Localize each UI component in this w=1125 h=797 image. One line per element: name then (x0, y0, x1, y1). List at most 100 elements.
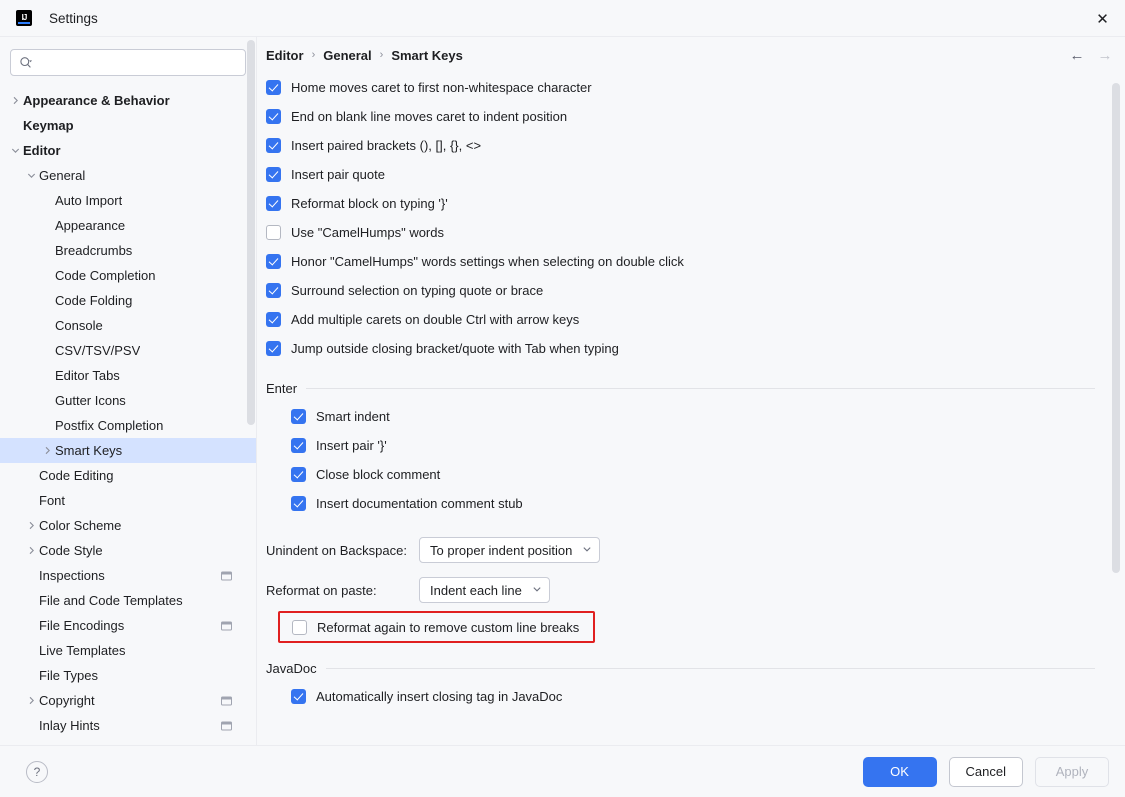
sidebar-scrollbar[interactable] (247, 40, 255, 425)
sidebar-item-label: Editor (23, 143, 61, 158)
sidebar-item-label: Code Folding (55, 293, 133, 308)
sidebar-item-csv-tsv-psv[interactable]: CSV/TSV/PSV (0, 338, 256, 363)
sidebar-item-copyright[interactable]: Copyright (0, 688, 256, 713)
checkbox[interactable] (266, 341, 281, 356)
reformat-again-checkbox[interactable] (292, 619, 307, 635)
back-arrow-icon[interactable]: ← (1069, 47, 1085, 64)
option-row[interactable]: Honor "CamelHumps" words settings when s… (266, 247, 1105, 276)
sidebar-item-postfix-completion[interactable]: Postfix Completion (0, 413, 256, 438)
search-input[interactable] (38, 55, 237, 70)
checkbox[interactable] (291, 438, 306, 453)
project-scope-icon (221, 696, 232, 705)
ok-button[interactable]: OK (862, 756, 937, 787)
sidebar-item-breadcrumbs[interactable]: Breadcrumbs (0, 238, 256, 263)
checkbox[interactable] (266, 109, 281, 124)
forward-arrow-icon[interactable]: → (1097, 47, 1113, 64)
option-row[interactable]: Close block comment (266, 460, 1105, 489)
sidebar-item-file-types[interactable]: File Types (0, 663, 256, 688)
sidebar-item-general[interactable]: General (0, 163, 256, 188)
sidebar-item-auto-import[interactable]: Auto Import (0, 188, 256, 213)
sidebar-item-color-scheme[interactable]: Color Scheme (0, 513, 256, 538)
help-button[interactable]: ? (26, 760, 48, 783)
checkbox[interactable] (266, 254, 281, 269)
checkbox[interactable] (266, 138, 281, 153)
breadcrumb-separator-icon: › (311, 49, 316, 61)
dropdown-value: Indent each line (430, 582, 522, 598)
option-row[interactable]: Jump outside closing bracket/quote with … (266, 334, 1105, 363)
option-row[interactable]: Reformat block on typing '}' (266, 189, 1105, 218)
option-row[interactable]: Surround selection on typing quote or br… (266, 276, 1105, 305)
settings-tree[interactable]: Appearance & Behavior Keymap Editor General… (0, 86, 256, 745)
enter-options-list: Smart indent Insert pair '}' Close block c… (266, 402, 1105, 518)
option-row[interactable]: End on blank line moves caret to indent … (266, 102, 1105, 131)
option-row[interactable]: Smart indent (266, 402, 1105, 431)
option-row[interactable]: Insert pair '}' (266, 431, 1105, 460)
dropdown-reformat-on-paste[interactable]: Indent each line (419, 577, 550, 603)
option-row[interactable]: Use "CamelHumps" words (266, 218, 1105, 247)
checkbox[interactable] (266, 283, 281, 298)
chevron-right-icon[interactable] (7, 96, 23, 105)
sidebar-item-code-folding[interactable]: Code Folding (0, 288, 256, 313)
sidebar-item-font[interactable]: Font (0, 488, 256, 513)
checkbox[interactable] (266, 225, 281, 240)
option-label: Insert documentation comment stub (316, 496, 523, 511)
sidebar-item-editor[interactable]: Editor (0, 138, 256, 163)
settings-dialog: IJ Settings ✕ Appearance & Behavior Keym… (0, 0, 1125, 797)
sidebar-item-label: Appearance & Behavior (23, 93, 170, 108)
sidebar-item-file-encodings[interactable]: File Encodings (0, 613, 256, 638)
sidebar-item-file-and-code-templates[interactable]: File and Code Templates (0, 588, 256, 613)
checkbox[interactable] (266, 196, 281, 211)
option-row[interactable]: Insert documentation comment stub (266, 489, 1105, 518)
sidebar-item-console[interactable]: Console (0, 313, 256, 338)
sidebar-item-inlay-hints[interactable]: Inlay Hints (0, 713, 256, 738)
option-label: Honor "CamelHumps" words settings when s… (291, 254, 684, 269)
breadcrumb-part[interactable]: General (323, 48, 371, 63)
sidebar-item-label: Gutter Icons (55, 393, 126, 408)
chevron-down-icon[interactable] (23, 171, 39, 180)
checkbox[interactable] (266, 80, 281, 95)
sidebar-item-editor-tabs[interactable]: Editor Tabs (0, 363, 256, 388)
option-label: Home moves caret to first non-whitespace… (291, 80, 592, 95)
option-label: Insert pair quote (291, 167, 385, 182)
option-row[interactable]: Add multiple carets on double Ctrl with … (266, 305, 1105, 334)
dropdown-unindent-on-backspace[interactable]: To proper indent position (419, 537, 601, 563)
search-box[interactable] (10, 49, 246, 76)
javadoc-options-list: Automatically insert closing tag in Java… (266, 682, 1105, 711)
option-row[interactable]: Home moves caret to first non-whitespace… (266, 73, 1105, 102)
option-row[interactable]: Insert pair quote (266, 160, 1105, 189)
sidebar-item-appearance-behavior[interactable]: Appearance & Behavior (0, 88, 256, 113)
chevron-right-icon[interactable] (39, 446, 55, 455)
sidebar-item-smart-keys[interactable]: Smart Keys (0, 438, 256, 463)
sidebar-item-code-editing[interactable]: Code Editing (0, 463, 256, 488)
checkbox[interactable] (291, 409, 306, 424)
close-icon[interactable]: ✕ (1080, 0, 1125, 37)
sidebar-item-live-templates[interactable]: Live Templates (0, 638, 256, 663)
sidebar-item-inspections[interactable]: Inspections (0, 563, 256, 588)
sidebar-item-code-style[interactable]: Code Style (0, 538, 256, 563)
checkbox[interactable] (266, 312, 281, 327)
field-row: Reformat on paste: Indent each line (266, 570, 1105, 610)
option-row[interactable]: Insert paired brackets (), [], {}, <> (266, 131, 1105, 160)
sidebar-item-code-completion[interactable]: Code Completion (0, 263, 256, 288)
chevron-right-icon[interactable] (23, 521, 39, 530)
chevron-right-icon[interactable] (23, 546, 39, 555)
breadcrumb-part[interactable]: Editor (266, 48, 304, 63)
search-area (0, 37, 256, 86)
chevron-down-icon[interactable] (7, 146, 23, 155)
checkbox[interactable] (291, 689, 306, 704)
checkbox[interactable] (291, 467, 306, 482)
option-row[interactable]: Automatically insert closing tag in Java… (266, 682, 1105, 711)
enter-group-header: Enter (266, 374, 1105, 402)
footer-buttons: OK Cancel Apply (862, 756, 1109, 787)
sidebar-item-label: Inspections (39, 568, 105, 583)
checkbox[interactable] (291, 496, 306, 511)
content-scrollbar[interactable] (1112, 83, 1120, 573)
sidebar-item-gutter-icons[interactable]: Gutter Icons (0, 388, 256, 413)
chevron-right-icon[interactable] (23, 696, 39, 705)
sidebar-item-appearance[interactable]: Appearance (0, 213, 256, 238)
checkbox[interactable] (266, 167, 281, 182)
chevron-down-icon (532, 584, 542, 597)
sidebar-item-keymap[interactable]: Keymap (0, 113, 256, 138)
field-label: Reformat on paste: (266, 582, 377, 598)
cancel-button[interactable]: Cancel (948, 756, 1023, 787)
